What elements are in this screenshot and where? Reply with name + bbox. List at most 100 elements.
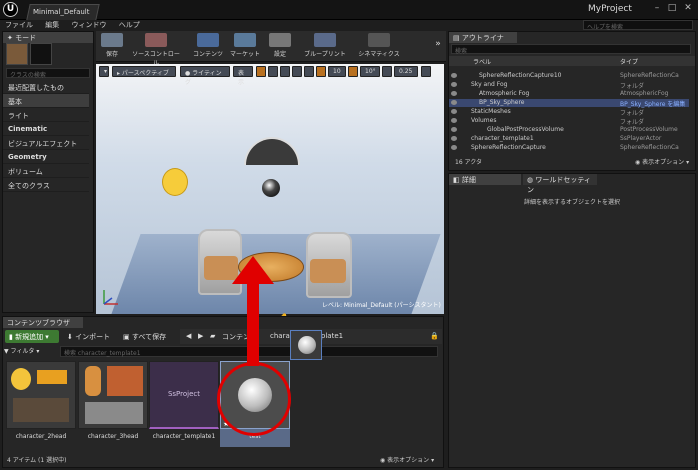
menu-window[interactable]: ウィンドウ <box>71 21 106 29</box>
outliner-search-input[interactable]: 検索 <box>451 44 691 55</box>
category-all-classes[interactable]: 全てのクラス <box>3 178 89 192</box>
settings-button[interactable]: 設定 <box>268 33 292 58</box>
level-tab-label: Minimal_Default <box>33 8 90 16</box>
world-local-icon[interactable] <box>292 66 302 77</box>
world-settings-tab[interactable]: ◍ ワールドセッティン <box>523 174 597 194</box>
camera-speed-icon[interactable] <box>421 66 431 77</box>
translate-icon[interactable] <box>256 66 266 77</box>
outliner-row-selected[interactable]: BP_Sky_Sphere BP_Sky_Sphere を編集 <box>449 99 689 108</box>
modes-tab-label: モード <box>15 34 37 42</box>
add-new-button[interactable]: ▮ 新規追加 ▾ <box>5 330 59 343</box>
grid-snap-value[interactable]: 10 <box>328 66 346 77</box>
eye-icon[interactable] <box>451 136 457 141</box>
blueprint-icon <box>314 33 336 47</box>
asset-character-3head[interactable]: character_3head <box>78 361 148 447</box>
details-tab[interactable]: ◧ 詳細 <box>449 174 521 185</box>
menu-edit[interactable]: 編集 <box>45 21 59 29</box>
character-duck-actor[interactable] <box>162 168 188 196</box>
menu-help[interactable]: ヘルプ <box>119 21 140 29</box>
category-cinematic[interactable]: Cinematic <box>3 122 89 136</box>
sprite-parts-icon <box>107 366 143 396</box>
cb-view-options-button[interactable]: ◉ 表示オプション ▾ <box>380 455 434 464</box>
type-column-header[interactable]: タイプ <box>620 57 638 66</box>
rotate-icon[interactable] <box>268 66 278 77</box>
save-all-button[interactable]: ▣ すべて保存 <box>119 330 177 343</box>
outliner-row[interactable]: Volumes フォルダ <box>449 117 689 126</box>
add-new-label: 新規追加 <box>15 333 44 341</box>
category-visual-effects[interactable]: ビジュアルエフェクト <box>3 136 89 150</box>
scale-snap-value[interactable]: 0.25 <box>394 66 418 77</box>
lock-icon[interactable]: 🔒 <box>426 330 443 343</box>
scale-icon[interactable] <box>280 66 290 77</box>
row-label: SphereReflectionCapture <box>471 144 546 151</box>
viewport-toolbar: ▾ ▸ パースペクティブ ● ライティング 表示 10 10° 0.25 <box>96 64 444 86</box>
minimize-icon[interactable]: – <box>650 2 664 14</box>
eye-icon[interactable] <box>451 118 457 123</box>
cinematics-button[interactable]: シネマティクス <box>354 33 404 58</box>
viewport-options-icon[interactable]: ▾ <box>99 66 109 77</box>
outliner-row[interactable]: SphereReflectionCapture10 SphereReflectio… <box>449 72 689 80</box>
import-button[interactable]: ⬇ インポート <box>63 330 115 343</box>
outliner-tab[interactable]: ▤ アウトライナ <box>449 32 517 43</box>
surface-snap-icon[interactable] <box>304 66 314 77</box>
asset-label: character_3head <box>87 433 139 440</box>
outliner-row[interactable]: Atmospheric Fog AtmosphericFog <box>449 90 689 98</box>
rotation-snap-icon[interactable] <box>348 66 358 77</box>
rotation-snap-value[interactable]: 10° <box>360 66 380 77</box>
category-geometry[interactable]: Geometry <box>3 150 89 164</box>
unreal-logo-icon[interactable]: U <box>3 2 18 17</box>
row-label: BP_Sky_Sphere <box>479 99 525 106</box>
category-basic[interactable]: 基本 <box>3 94 89 108</box>
outliner-row[interactable]: character_template1 SsPlayerActor <box>449 135 689 143</box>
maximize-icon[interactable]: □ <box>665 2 679 14</box>
outliner-row[interactable]: StaticMeshes フォルダ <box>449 108 689 117</box>
perspective-button[interactable]: ▸ パースペクティブ <box>112 66 176 77</box>
eye-icon[interactable] <box>451 127 457 132</box>
source-control-button[interactable]: ソースコントロール <box>130 33 182 67</box>
eye-icon[interactable] <box>451 145 457 150</box>
details-tab-row: ◧ 詳細 ◍ ワールドセッティン <box>449 174 695 194</box>
outliner-row[interactable]: GlobalPostProcessVolume PostProcessVolume <box>449 126 689 134</box>
label-column-header[interactable]: ラベル <box>473 57 491 66</box>
actor-count: 16 アクタ <box>455 159 483 166</box>
menu-bar: ファイル 編集 ウィンドウ ヘルプ <box>0 20 448 31</box>
outliner-view-options-button[interactable]: ◉ 表示オプション ▾ <box>635 157 689 166</box>
modes-tab[interactable]: ✦ モード <box>3 32 93 43</box>
sky-light-actor[interactable] <box>244 137 300 165</box>
lighting-button[interactable]: ● ライティング <box>180 66 230 86</box>
eye-icon[interactable] <box>451 91 457 96</box>
menu-file[interactable]: ファイル <box>5 21 33 29</box>
marketplace-button[interactable]: マーケット <box>228 33 262 58</box>
eye-icon[interactable] <box>451 73 457 78</box>
content-browser-tab[interactable]: コンテンツブラウザ <box>3 317 83 328</box>
level-document-tab[interactable]: Minimal_Default <box>26 4 100 20</box>
outliner-row[interactable]: Sky and Fog フォルダ <box>449 81 689 90</box>
grid-snap-icon[interactable] <box>316 66 326 77</box>
asset-thumbnail <box>6 361 76 429</box>
content-browser-tab-label: コンテンツブラウザ <box>7 319 70 327</box>
asset-character-template1[interactable]: SsProject character_template1 <box>149 361 219 447</box>
eye-icon[interactable] <box>451 109 457 114</box>
eye-icon[interactable] <box>451 100 457 105</box>
category-lights[interactable]: ライト <box>3 108 89 122</box>
reflection-sphere-actor[interactable] <box>262 179 280 197</box>
row-type: フォルダ <box>620 119 645 126</box>
outliner-row[interactable]: SphereReflectionCapture SphereReflectionC… <box>449 144 689 152</box>
content-button[interactable]: コンテンツ <box>192 33 224 58</box>
gear-icon <box>269 33 291 47</box>
show-button[interactable]: 表示 <box>233 66 253 86</box>
close-icon[interactable]: ✕ <box>681 2 695 14</box>
category-volumes[interactable]: ボリューム <box>3 164 89 178</box>
blueprint-button[interactable]: ブループリント <box>302 33 348 58</box>
place-mode-icon[interactable] <box>6 43 28 65</box>
help-search-input[interactable]: ヘルプを検索 <box>583 20 693 31</box>
eye-icon[interactable] <box>451 82 457 87</box>
filter-button[interactable]: ▼ フィルタ ▾ <box>4 346 39 355</box>
category-recent[interactable]: 最近配置したもの <box>3 80 89 94</box>
toolbar-overflow-icon[interactable]: » <box>432 39 444 49</box>
scale-snap-icon[interactable] <box>382 66 392 77</box>
paint-mode-icon[interactable] <box>30 43 52 65</box>
save-button[interactable]: 保存 <box>100 33 124 58</box>
asset-character-2head[interactable]: character_2head <box>6 361 76 447</box>
class-search-input[interactable]: クラスの検索 <box>6 68 90 79</box>
